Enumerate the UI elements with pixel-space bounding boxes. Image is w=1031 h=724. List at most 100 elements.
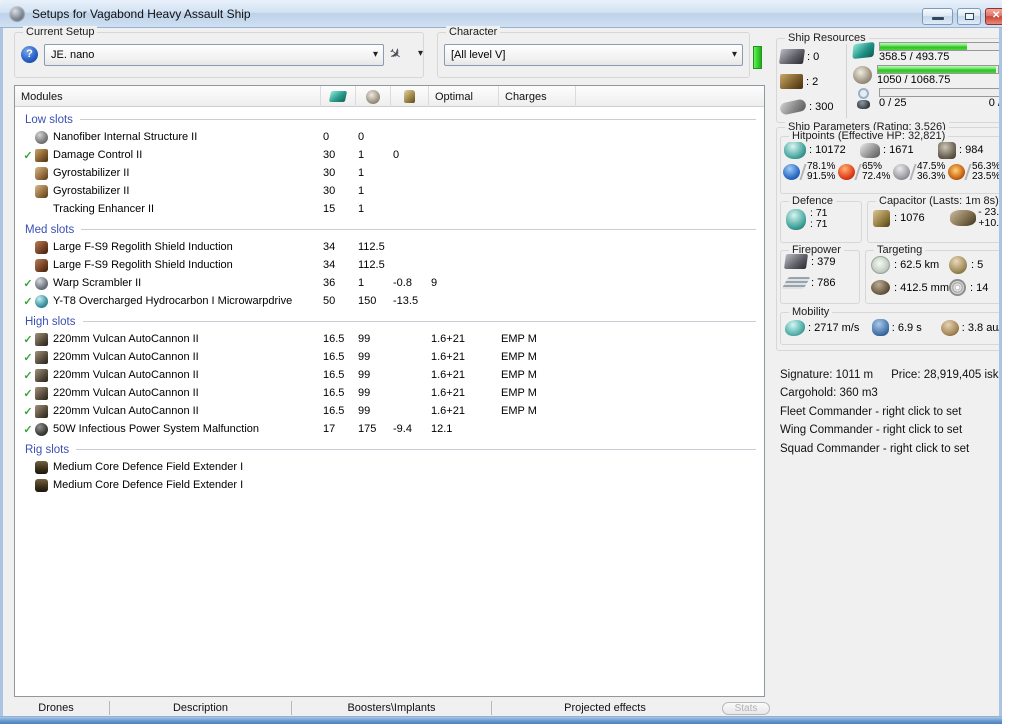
module-row[interactable]: Gyrostabilizer II 30 1 — [15, 164, 764, 182]
module-name: Medium Core Defence Field Extender I — [53, 479, 244, 491]
module-cpu-value: 0 — [323, 131, 330, 143]
module-name: Medium Core Defence Field Extender I — [53, 461, 244, 473]
module-row[interactable]: Gyrostabilizer II 30 1 — [15, 182, 764, 200]
volley-value: : 379 — [811, 255, 836, 268]
targeting-range-value: : 62.5 km — [893, 259, 940, 271]
module-row[interactable]: ✓ 220mm Vulcan AutoCannon II 16.5 99 1.6+21 E… — [15, 348, 764, 366]
drone-bay-bar — [879, 88, 1001, 97]
module-row[interactable]: Large F-S9 Regolith Shield Induction 34 11… — [15, 256, 764, 274]
current-setup-select[interactable]: JE. nano ▾ — [44, 44, 384, 66]
cpu-bar-row: 358.5 / 493.75 — [852, 41, 1002, 64]
module-name: 220mm Vulcan AutoCannon II — [53, 387, 199, 399]
autocannon-icon — [35, 386, 48, 400]
help-icon[interactable]: ? — [21, 46, 38, 63]
explosive-resist: 56.3% 23.5% — [948, 162, 1002, 182]
tab-boosters-implants[interactable]: Boosters\Implants — [292, 701, 492, 715]
gyrostabilizer-icon — [35, 184, 48, 198]
autocannon-icon — [35, 368, 48, 382]
module-charge-value: EMP M — [501, 351, 537, 363]
module-name: 220mm Vulcan AutoCannon II — [53, 369, 199, 381]
squad-commander-line[interactable]: Squad Commander - right click to set — [780, 440, 1002, 458]
energy-neut-icon — [35, 422, 48, 436]
module-row[interactable]: Nanofiber Internal Structure II 0 0 — [15, 128, 764, 146]
mobility-label: Mobility — [789, 306, 833, 318]
capacitor-column-header — [391, 86, 429, 107]
module-cpu-value: 16.5 — [323, 333, 345, 345]
drone-icon — [857, 100, 870, 109]
module-charge-value: EMP M — [501, 369, 537, 381]
module-cpu-value: 36 — [323, 277, 336, 289]
module-icon-cell — [35, 422, 53, 436]
module-row[interactable]: Tracking Enhancer II 15 1 — [15, 200, 764, 218]
current-setup-group: Current Setup ? JE. nano ▾ ✈ ▾ — [14, 26, 424, 78]
powergrid-bar-row: 1050 / 1068.75 — [853, 65, 1002, 87]
wing-commander-line[interactable]: Wing Commander - right click to set — [780, 421, 1002, 439]
module-row[interactable]: ✓ 50W Infectious Power System Malfunction… — [15, 420, 764, 438]
max-targets-value: : 5 — [971, 259, 984, 271]
thermal-armor-resist: 72.4% — [862, 171, 891, 182]
autocannon-icon — [35, 332, 48, 346]
character-select[interactable]: [All level V] ▾ — [444, 44, 743, 66]
armor-icon — [860, 142, 880, 158]
close-button[interactable]: ✕ — [985, 8, 1002, 25]
module-powergrid-value: 112.5 — [358, 241, 385, 253]
module-row[interactable]: Medium Core Defence Field Extender I — [15, 458, 764, 476]
module-powergrid-value: 1 — [358, 203, 365, 215]
module-name: Gyrostabilizer II — [53, 167, 130, 179]
hull-icon — [938, 141, 956, 159]
module-row[interactable]: ✓ 220mm Vulcan AutoCannon II 16.5 99 1.6+21 E… — [15, 330, 764, 348]
divider — [854, 164, 862, 180]
slot-section-rule — [81, 229, 756, 230]
gyrostabilizer-icon — [35, 166, 48, 180]
ship-browse-button[interactable]: ✈ ▾ — [385, 43, 423, 67]
desktop-canvas: Setups for Vagabond Heavy Assault Ship ✕… — [0, 0, 1031, 724]
module-row[interactable]: Medium Core Defence Field Extender I — [15, 476, 764, 494]
tab-drones[interactable]: Drones — [3, 701, 110, 715]
module-icon-cell — [35, 148, 53, 162]
autocannon-icon — [35, 404, 48, 418]
fleet-commander-line[interactable]: Fleet Commander - right click to set — [780, 403, 1002, 421]
module-row[interactable]: Large F-S9 Regolith Shield Induction 34 11… — [15, 238, 764, 256]
ship-info-text: Signature: 1011 m Price: 28,919,405 isk C… — [780, 366, 1002, 458]
maximize-button[interactable] — [957, 8, 981, 25]
module-cap-value: -9.4 — [393, 423, 412, 435]
module-row[interactable]: ✓ 220mm Vulcan AutoCannon II 16.5 99 1.6+21 E… — [15, 402, 764, 420]
ship-icon: ✈ — [384, 43, 406, 65]
module-cpu-value: 15 — [323, 203, 336, 215]
module-row[interactable]: ✓ 220mm Vulcan AutoCannon II 16.5 99 1.6+21 E… — [15, 366, 764, 384]
module-icon-cell — [35, 258, 53, 272]
stats-button[interactable]: Stats — [722, 702, 770, 715]
module-row[interactable]: ✓ Warp Scrambler II 36 1 -0.8 9 — [15, 274, 764, 292]
module-icon-cell — [35, 386, 53, 400]
module-powergrid-value: 0 — [358, 131, 365, 143]
drone-bay-value: 0 / 25 — [879, 97, 907, 109]
module-optimal-value: 1.6+21 — [431, 351, 465, 363]
header-spacer — [576, 86, 764, 107]
powergrid-icon — [366, 89, 380, 104]
module-name: Gyrostabilizer II — [53, 185, 130, 197]
firepower-group: Firepower : 379 : 786 — [780, 244, 860, 304]
minimize-button[interactable] — [922, 8, 953, 25]
module-cpu-value: 16.5 — [323, 387, 345, 399]
slot-section-header: Med slots — [15, 218, 764, 238]
tab-projected-effects[interactable]: Projected effects — [492, 701, 718, 715]
module-row[interactable]: ✓ Y-T8 Overcharged Hydrocarbon I Microwar… — [15, 292, 764, 310]
launcher-hardpoints-row: : 2 — [780, 69, 846, 94]
divider — [909, 164, 917, 180]
module-row[interactable]: ✓ 220mm Vulcan AutoCannon II 16.5 99 1.6+21 E… — [15, 384, 764, 402]
charges-column-header: Charges — [499, 86, 576, 107]
cpu-icon — [852, 41, 875, 60]
hitpoints-label: Hitpoints (Effective HP: 32,821) — [789, 130, 949, 142]
warp-speed-icon — [940, 319, 959, 336]
cap-booster-icon — [950, 210, 977, 226]
chevron-down-icon: ▾ — [372, 49, 378, 60]
slot-section-header: Rig slots — [15, 438, 764, 458]
module-row[interactable]: ✓ Damage Control II 30 1 0 — [15, 146, 764, 164]
powergrid-usage-value: 1050 / 1068.75 — [877, 74, 951, 86]
module-name: Warp Scrambler II — [53, 277, 142, 289]
module-icon-cell — [35, 130, 53, 144]
tab-description[interactable]: Description — [110, 701, 292, 715]
title-bar[interactable]: Setups for Vagabond Heavy Assault Ship ✕ — [0, 0, 1002, 28]
align-time-value: : 6.9 s — [891, 321, 922, 334]
tracking-enhancer-icon — [35, 203, 48, 216]
